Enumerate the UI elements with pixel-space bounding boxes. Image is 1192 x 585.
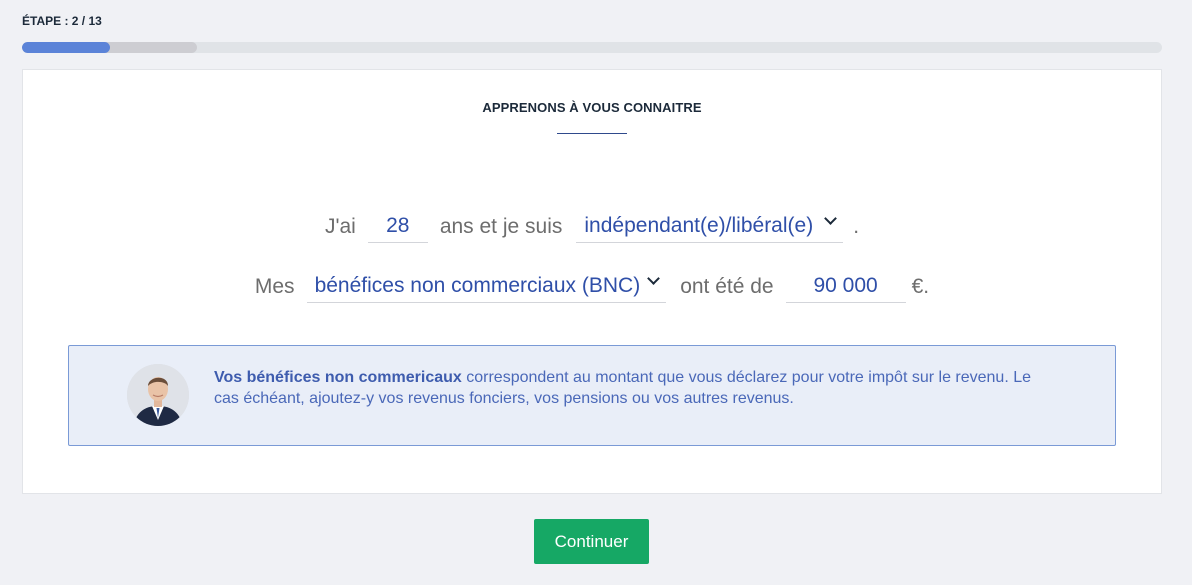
info-box: Vos bénéfices non commericaux correspond…: [68, 345, 1116, 446]
income-type-select-value: bénéfices non commerciaux (BNC): [314, 274, 641, 297]
sentence1-suffix: .: [853, 215, 860, 238]
status-select-value: indépendant(e)/libéral(e): [584, 214, 814, 237]
income-sentence: Mes bénéfices non commerciaux (BNC) ont …: [23, 272, 1161, 303]
chevron-down-icon: [647, 272, 661, 285]
status-select[interactable]: indépendant(e)/libéral(e): [576, 212, 844, 243]
form-card: APPRENONS À VOUS CONNAITRE J'ai 28 ans e…: [22, 69, 1162, 494]
sentence1-prefix: J'ai: [324, 215, 356, 238]
sentence2-middle: ont été de: [680, 275, 774, 298]
card-title: APPRENONS À VOUS CONNAITRE: [482, 100, 702, 115]
age-input[interactable]: 28: [367, 214, 428, 243]
sentence2-suffix: €.: [911, 275, 930, 298]
progress-bar: [22, 42, 1162, 53]
step-label: ÉTAPE : 2 / 13: [22, 14, 102, 28]
info-text-bold: Vos bénéfices non commericaux: [214, 369, 462, 386]
sentence1-middle: ans et je suis: [439, 215, 563, 238]
amount-input[interactable]: 90 000: [785, 274, 906, 303]
advisor-avatar: [127, 364, 189, 426]
progress-fill: [22, 42, 110, 53]
sentence2-prefix: Mes: [254, 275, 295, 298]
chevron-down-icon: [824, 212, 838, 225]
info-text: Vos bénéfices non commericaux correspond…: [214, 367, 1059, 409]
age-status-sentence: J'ai 28 ans et je suis indépendant(e)/li…: [23, 212, 1161, 243]
continue-button[interactable]: Continuer: [534, 519, 649, 564]
income-type-select[interactable]: bénéfices non commerciaux (BNC): [306, 272, 667, 303]
title-underline: [557, 133, 627, 134]
